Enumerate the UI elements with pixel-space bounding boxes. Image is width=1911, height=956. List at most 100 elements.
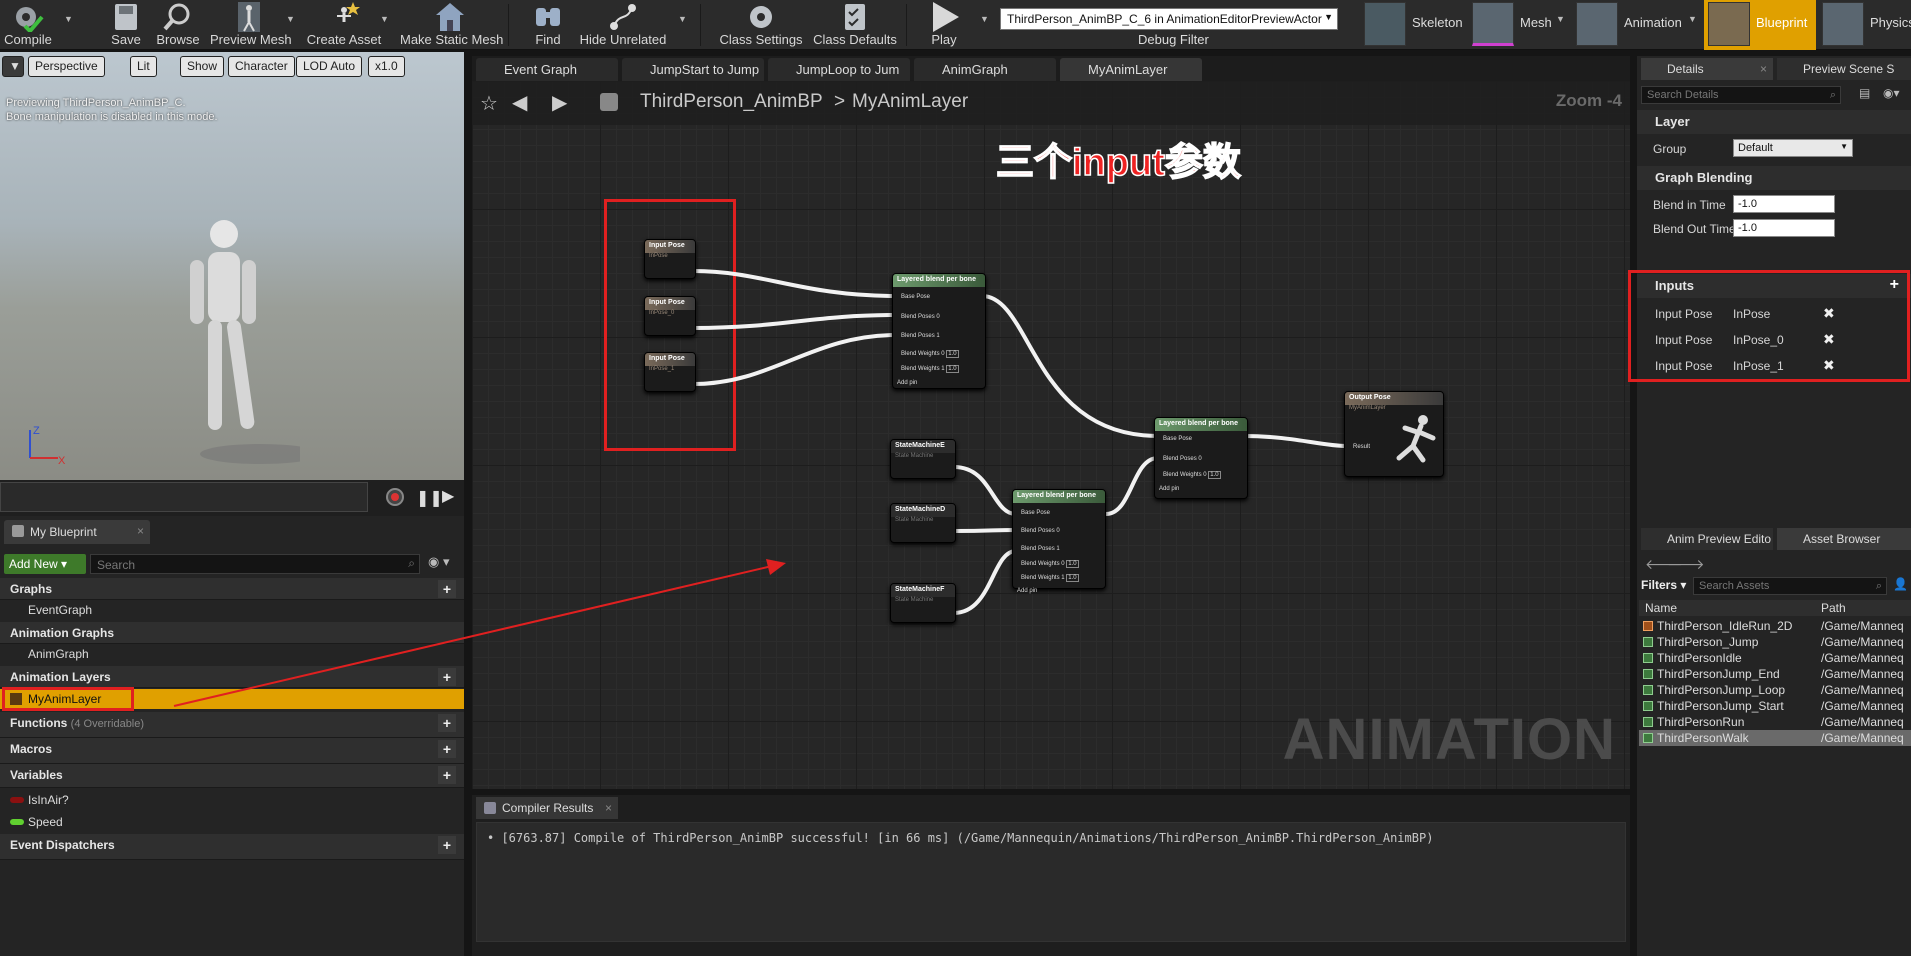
graph-blending-header[interactable]: Graph Blending: [1637, 166, 1911, 190]
play-dropdown-icon[interactable]: ▼: [980, 14, 992, 26]
eye-icon[interactable]: ◉▾: [1883, 86, 1900, 100]
state-machine-node[interactable]: StateMachineE State Machine: [890, 439, 956, 479]
event-dispatchers-header[interactable]: Event Dispatchers +: [0, 834, 464, 860]
tree-item-animgraph[interactable]: AnimGraph: [0, 644, 464, 664]
add-pin-button[interactable]: Add pin: [1159, 486, 1179, 492]
graphs-header[interactable]: Graphs +: [0, 578, 464, 600]
add-variable-button[interactable]: +: [438, 766, 456, 784]
lod-button[interactable]: LOD Auto: [296, 56, 363, 77]
base-pose-pin[interactable]: Base Pose: [1021, 510, 1050, 516]
tree-item-eventgraph[interactable]: EventGraph: [0, 600, 464, 620]
tab-asset-browser[interactable]: Asset Browser: [1777, 528, 1911, 550]
input-pose-node[interactable]: Input Pose InPose: [644, 239, 696, 279]
graph-canvas[interactable]: ☆ ◀ ▶ ThirdPerson_AnimBP > MyAnimLayer Z…: [472, 81, 1630, 789]
macros-header[interactable]: Macros +: [0, 738, 464, 764]
details-search-input[interactable]: Search Details ⌕: [1641, 86, 1841, 104]
timeline-scrubber[interactable]: [0, 482, 368, 512]
asset-row[interactable]: ThirdPerson_Jump/Game/Manneq: [1639, 634, 1911, 650]
blend-out-input[interactable]: -1.0: [1733, 219, 1835, 237]
animation-layers-header[interactable]: Animation Layers +: [0, 666, 464, 688]
create-asset-button[interactable]: Create Asset: [306, 0, 382, 50]
result-pin[interactable]: Result: [1353, 444, 1370, 450]
close-icon[interactable]: ×: [1760, 62, 1767, 76]
compile-button[interactable]: Compile: [2, 0, 54, 50]
blend-weights-0-value[interactable]: 1.0: [946, 350, 959, 358]
add-new-button[interactable]: Add New ▾: [4, 554, 86, 574]
eye-icon[interactable]: ◉ ▾: [428, 554, 449, 570]
add-function-button[interactable]: +: [438, 714, 456, 732]
asset-row-selected[interactable]: ThirdPersonWalk/Game/Manneq: [1639, 730, 1911, 746]
save-button[interactable]: Save: [106, 0, 146, 50]
compiler-results-tab[interactable]: Compiler Results ×: [476, 797, 618, 819]
close-icon[interactable]: ×: [137, 524, 144, 538]
col-name-header[interactable]: Name: [1645, 601, 1677, 615]
mode-skeleton[interactable]: Skeleton: [1360, 0, 1466, 50]
state-machine-node[interactable]: StateMachineD State Machine: [890, 503, 956, 543]
layered-blend-node[interactable]: Layered blend per bone Base Pose Blend P…: [1154, 417, 1248, 499]
blend-poses-0-pin[interactable]: Blend Poses 0: [1021, 528, 1060, 534]
mode-physics[interactable]: Physics: [1818, 0, 1911, 50]
close-icon[interactable]: ×: [605, 801, 612, 815]
col-path-header[interactable]: Path: [1821, 601, 1846, 615]
hide-unrelated-button[interactable]: Hide Unrelated: [578, 0, 668, 50]
state-machine-node[interactable]: StateMachineF State Machine: [890, 583, 956, 623]
add-macro-button[interactable]: +: [438, 740, 456, 758]
hide-unrelated-dropdown-icon[interactable]: ▼: [678, 14, 690, 26]
base-pose-pin[interactable]: Base Pose: [1163, 436, 1192, 442]
add-graph-button[interactable]: +: [438, 580, 456, 598]
asset-row[interactable]: ThirdPersonJump_Loop/Game/Manneq: [1639, 682, 1911, 698]
blend-weights-0-pin[interactable]: Blend Weights 0 1.0: [1021, 560, 1079, 568]
tab-jumploop[interactable]: JumpLoop to Jum: [768, 58, 910, 81]
tab-myanimlayer[interactable]: MyAnimLayer: [1060, 58, 1202, 81]
animation-graphs-header[interactable]: Animation Graphs: [0, 622, 464, 644]
functions-header[interactable]: Functions (4 Overridable) +: [0, 712, 464, 738]
animation-dropdown-icon[interactable]: ▼: [1688, 14, 1700, 26]
blend-weights-1-value[interactable]: 1.0: [1066, 574, 1079, 582]
mode-mesh[interactable]: Mesh: [1468, 0, 1568, 50]
asset-row[interactable]: ThirdPersonJump_End/Game/Manneq: [1639, 666, 1911, 682]
viewport-options-button[interactable]: ▼: [2, 56, 24, 77]
lit-button[interactable]: Lit: [130, 56, 157, 77]
filters-button[interactable]: Filters ▾: [1641, 578, 1691, 596]
layer-section-header[interactable]: Layer: [1637, 110, 1911, 134]
preview-mesh-button[interactable]: Preview Mesh: [210, 0, 292, 50]
asset-row[interactable]: ThirdPersonJump_Start/Game/Manneq: [1639, 698, 1911, 714]
blend-poses-0-pin[interactable]: Blend Poses 0: [901, 314, 940, 320]
layered-blend-node[interactable]: Layered blend per bone Base Pose Blend P…: [892, 273, 986, 389]
blend-weights-0-pin[interactable]: Blend Weights 0 1.0: [901, 350, 959, 358]
mesh-dropdown-icon[interactable]: ▼: [1556, 14, 1568, 26]
group-select[interactable]: Default ▼: [1733, 139, 1853, 157]
my-blueprint-tab[interactable]: My Blueprint ×: [4, 520, 150, 544]
perspective-button[interactable]: Perspective: [28, 56, 105, 77]
add-layer-button[interactable]: +: [438, 668, 456, 686]
create-asset-dropdown-icon[interactable]: ▼: [380, 14, 392, 26]
tab-anim-preview-editor[interactable]: Anim Preview Edito: [1641, 528, 1773, 550]
blend-weights-0-pin[interactable]: Blend Weights 0 1.0: [1163, 471, 1221, 479]
blend-poses-0-pin[interactable]: Blend Poses 0: [1163, 456, 1202, 462]
play-button[interactable]: Play: [924, 0, 964, 50]
playback-speed-button[interactable]: x1.0: [368, 56, 405, 77]
tab-preview-scene[interactable]: Preview Scene S: [1777, 58, 1911, 80]
mode-animation[interactable]: Animation: [1572, 0, 1702, 50]
blend-weights-0-value[interactable]: 1.0: [1066, 560, 1079, 568]
class-settings-button[interactable]: Class Settings: [718, 0, 804, 50]
asset-search-input[interactable]: Search Assets ⌕: [1693, 577, 1887, 595]
grid-view-icon[interactable]: ▤: [1859, 86, 1870, 100]
pause-icon[interactable]: ❚❚: [416, 488, 443, 508]
asset-row[interactable]: ThirdPersonIdle/Game/Manneq: [1639, 650, 1911, 666]
preview-viewport[interactable]: ▼ Perspective Lit Show Character LOD Aut…: [0, 52, 464, 480]
compile-dropdown-icon[interactable]: ▼: [64, 14, 76, 26]
preview-mesh-dropdown-icon[interactable]: ▼: [286, 14, 298, 26]
base-pose-pin[interactable]: Base Pose: [901, 294, 930, 300]
find-button[interactable]: Find: [528, 0, 568, 50]
variables-header[interactable]: Variables +: [0, 764, 464, 788]
blend-weights-1-pin[interactable]: Blend Weights 1 1.0: [901, 365, 959, 373]
blueprint-search-input[interactable]: Search ⌕: [90, 554, 420, 574]
make-static-mesh-button[interactable]: Make Static Mesh: [400, 0, 503, 50]
tab-details[interactable]: Details ×: [1641, 58, 1773, 80]
asset-row[interactable]: ThirdPerson_IdleRun_2D/Game/Manneq: [1639, 618, 1911, 634]
play-forward-icon[interactable]: ▶: [442, 486, 454, 506]
input-pose-node[interactable]: Input Pose InPose_0: [644, 296, 696, 336]
person-icon[interactable]: 👤: [1893, 577, 1908, 591]
asset-row[interactable]: ThirdPersonRun/Game/Manneq: [1639, 714, 1911, 730]
